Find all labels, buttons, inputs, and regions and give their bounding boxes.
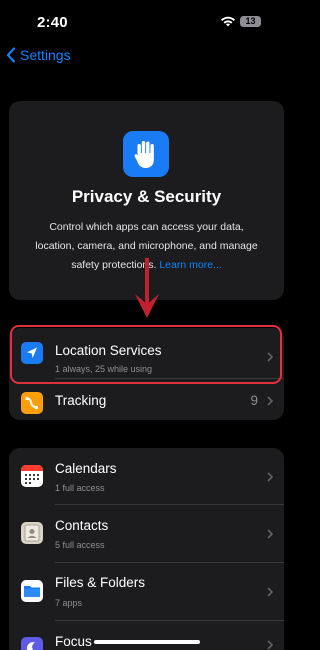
- chevron-right-icon: [267, 396, 273, 406]
- page-title: Privacy & Security: [71, 187, 222, 206]
- row-title: Files & Folders: [55, 575, 146, 590]
- tracking-row[interactable]: Tracking 9: [9, 379, 284, 420]
- calendars-row[interactable]: Calendars 1 full access: [9, 448, 284, 504]
- location-arrow-icon: [21, 342, 43, 364]
- battery-level: 13: [245, 16, 256, 26]
- folder-icon: [21, 580, 43, 602]
- settings-group-access: Calendars 1 full access Contacts 5 full …: [9, 448, 284, 650]
- location-services-row[interactable]: Location Services 1 always, 25 while usi…: [9, 328, 284, 378]
- calendar-icon: [21, 465, 43, 487]
- row-subtitle: 7 apps: [55, 598, 83, 608]
- status-bar: 2:40 13: [0, 0, 293, 44]
- row-value: 9: [250, 393, 258, 408]
- raised-hand-icon: [123, 131, 169, 177]
- chevron-left-icon: [6, 47, 16, 63]
- row-title: Focus: [55, 634, 92, 649]
- chevron-right-icon: [267, 352, 273, 362]
- back-label: Settings: [20, 47, 71, 63]
- row-subtitle: 1 full access: [55, 483, 105, 493]
- back-button[interactable]: Settings: [6, 47, 71, 63]
- row-title: Calendars: [55, 461, 117, 476]
- row-title: Contacts: [55, 518, 109, 533]
- files-folders-row[interactable]: Files & Folders 7 apps: [9, 563, 284, 620]
- focus-row[interactable]: Focus: [9, 621, 284, 650]
- chevron-right-icon: [267, 587, 273, 597]
- row-title: Location Services: [55, 343, 162, 358]
- battery-icon: 13: [240, 16, 261, 27]
- chevron-right-icon: [267, 529, 273, 539]
- learn-more-link[interactable]: Learn more...: [159, 259, 221, 271]
- chevron-right-icon: [267, 472, 273, 482]
- row-subtitle: 5 full access: [55, 540, 105, 550]
- row-subtitle: 1 always, 25 while using: [55, 364, 153, 374]
- arrow-down-icon: [135, 258, 159, 318]
- status-time: 2:40: [37, 14, 68, 31]
- contacts-icon: [21, 522, 43, 544]
- nav-bar: Settings: [0, 44, 293, 74]
- tracking-icon: [21, 392, 43, 414]
- wifi-icon: [221, 16, 235, 27]
- settings-group-location: Location Services 1 always, 25 while usi…: [9, 328, 284, 420]
- home-indicator[interactable]: [94, 640, 200, 644]
- row-title: Tracking: [55, 393, 107, 408]
- chevron-right-icon: [267, 640, 273, 650]
- contacts-row[interactable]: Contacts 5 full access: [9, 505, 284, 562]
- moon-icon: [21, 637, 43, 650]
